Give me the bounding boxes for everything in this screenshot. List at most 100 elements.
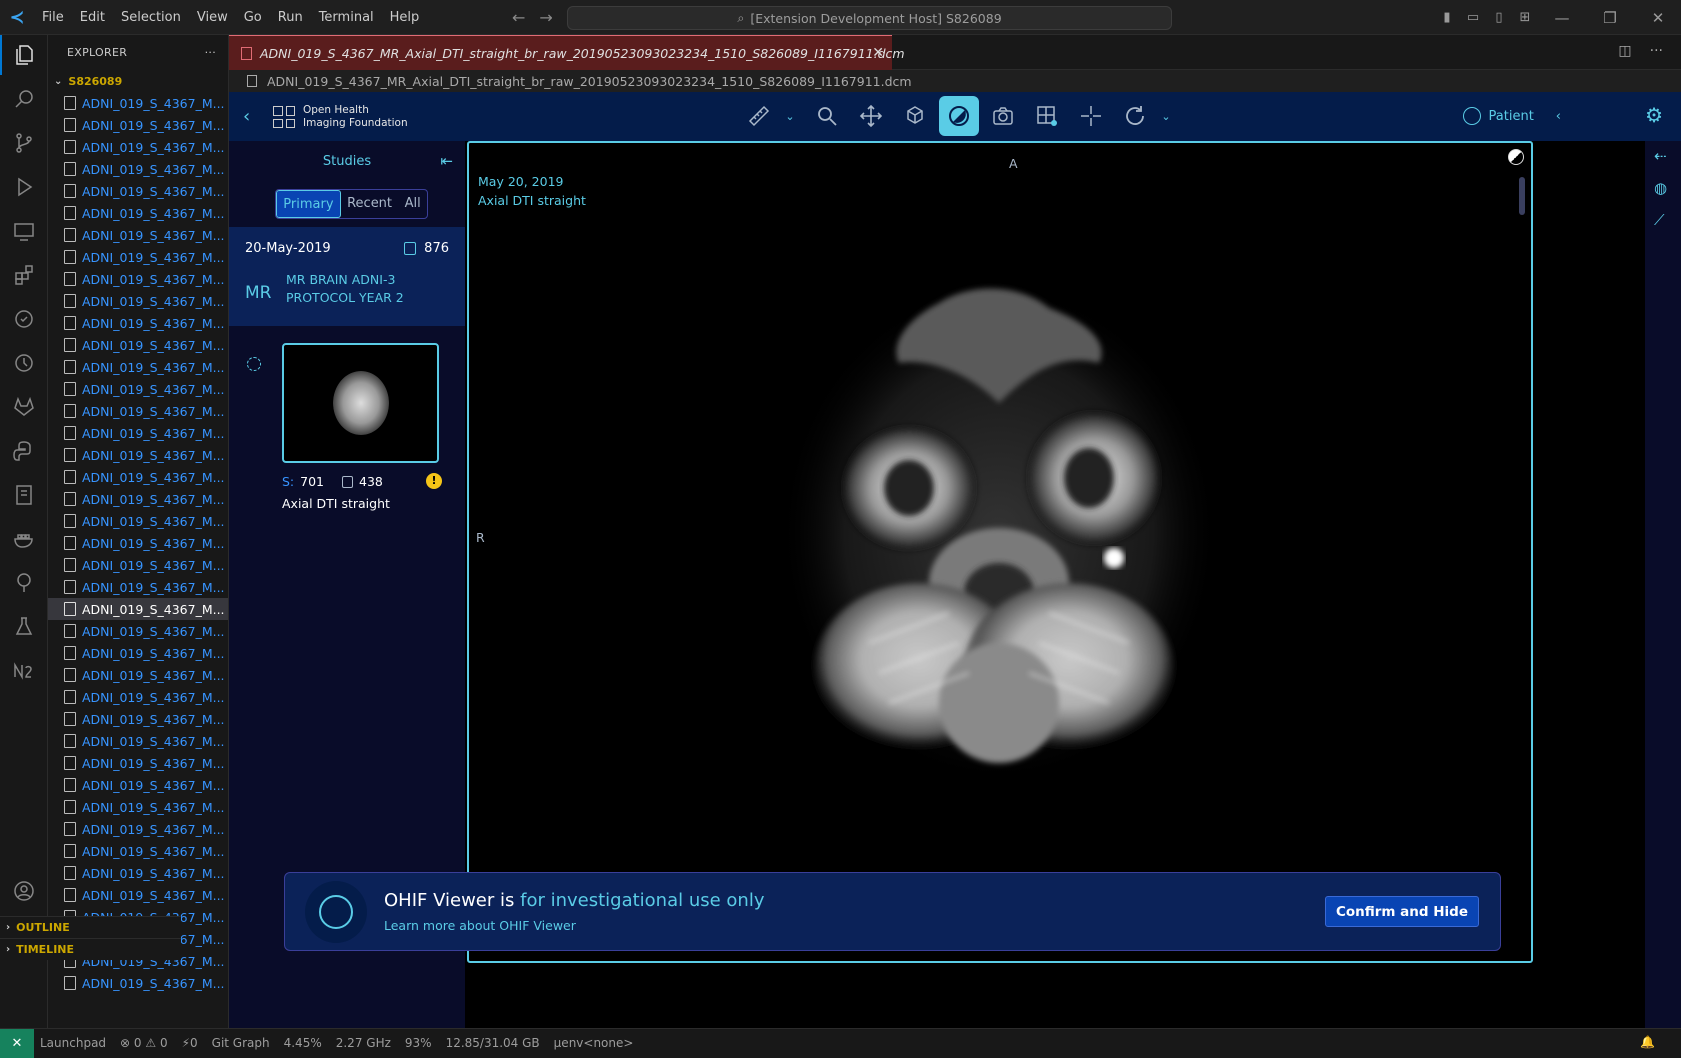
file-item[interactable]: ADNI_019_S_4367_M... [48, 796, 228, 818]
docker-icon[interactable] [0, 519, 48, 559]
close-window-icon[interactable]: ✕ [1635, 9, 1681, 27]
window-level-icon[interactable] [939, 96, 979, 136]
file-item[interactable]: ADNI_019_S_4367_M... [48, 730, 228, 752]
file-item[interactable]: ADNI_019_S_4367_M... [48, 686, 228, 708]
extensions-icon[interactable] [0, 255, 48, 295]
tree-icon[interactable] [0, 563, 48, 603]
study-card[interactable]: 20-May-2019 876 MR MR BRAIN ADNI-3 PROTO… [229, 227, 465, 326]
layout-grid-icon[interactable] [1027, 96, 1067, 136]
notifications-bell-icon[interactable]: 🔔 [1640, 1035, 1655, 1049]
image-viewport[interactable]: A May 20, 2019 Axial DTI straight R [467, 141, 1533, 963]
learn-more-link[interactable]: Learn more about OHIF Viewer [384, 918, 576, 933]
file-item[interactable]: ADNI_019_S_4367_M... [48, 884, 228, 906]
measurement-ruler-icon[interactable] [739, 96, 779, 136]
capture-camera-icon[interactable] [983, 96, 1023, 136]
restore-icon[interactable]: ❐ [1587, 9, 1633, 27]
reset-rotate-icon[interactable] [1115, 96, 1155, 136]
timeline-activity-icon[interactable] [0, 343, 48, 383]
remote-indicator[interactable]: ✕ [0, 1028, 34, 1058]
file-item[interactable]: ADNI_019_S_4367_M... [48, 642, 228, 664]
file-item[interactable]: ADNI_019_S_4367_M... [48, 708, 228, 730]
file-item[interactable]: ADNI_019_S_4367_M... [48, 92, 228, 114]
file-item[interactable]: ADNI_019_S_4367_M... [48, 532, 228, 554]
file-item[interactable]: ADNI_019_S_4367_M... [48, 576, 228, 598]
file-item[interactable]: ADNI_019_S_4367_M... [48, 862, 228, 884]
warning-icon[interactable]: ! [426, 473, 442, 489]
file-item[interactable]: ADNI_019_S_4367_M... [48, 246, 228, 268]
zoom-icon[interactable] [807, 96, 847, 136]
close-tab-icon[interactable]: ✕ [872, 45, 884, 61]
python-icon[interactable] [0, 431, 48, 471]
file-item[interactable]: ADNI_019_S_4367_M... [48, 818, 228, 840]
pan-icon[interactable] [851, 96, 891, 136]
file-item[interactable]: ADNI_019_S_4367_M... [48, 356, 228, 378]
split-editor-icon[interactable]: ◫ [1618, 43, 1631, 59]
workspace-folder[interactable]: ⌄ S826089 [48, 70, 228, 92]
rotate-3d-icon[interactable] [895, 96, 935, 136]
file-item[interactable]: ADNI_019_S_4367_M... [48, 224, 228, 246]
problems-item[interactable]: ⊗ 0 ⚠ 0 [120, 1036, 168, 1050]
confirm-and-hide-button[interactable]: Confirm and Hide [1324, 896, 1479, 927]
git-graph-item[interactable]: Git Graph [212, 1036, 270, 1050]
back-arrow-icon[interactable]: ← [512, 8, 525, 27]
customize-layout-icon[interactable]: ⊞ [1513, 10, 1537, 25]
more-tools-chevron-icon[interactable]: ⌄ [1159, 96, 1173, 136]
file-item[interactable]: ADNI_019_S_4367_M... [48, 290, 228, 312]
file-item[interactable]: ADNI_019_S_4367_M... [48, 422, 228, 444]
explorer-icon[interactable] [0, 35, 48, 75]
run-debug-icon[interactable] [0, 167, 48, 207]
file-item[interactable]: ADNI_019_S_4367_M... [48, 136, 228, 158]
crosshairs-icon[interactable] [1071, 96, 1111, 136]
tab-all[interactable]: All [398, 190, 427, 218]
file-item[interactable]: ADNI_019_S_4367_M... [48, 554, 228, 576]
patient-info-toggle[interactable]: Patient ‹ [1462, 107, 1561, 125]
back-chevron-icon[interactable]: ‹ [243, 106, 250, 127]
menu-terminal[interactable]: Terminal [311, 0, 382, 35]
file-item[interactable]: ADNI_019_S_4367_M... [48, 774, 228, 796]
window-level-indicator-icon[interactable] [1508, 149, 1524, 165]
file-item[interactable]: ADNI_019_S_4367_M... [48, 972, 228, 994]
search-activity-icon[interactable] [0, 79, 48, 119]
menu-view[interactable]: View [189, 0, 236, 35]
toggle-panel-icon[interactable]: ▭ [1461, 10, 1485, 25]
measurements-icon[interactable]: ⟋ [1654, 211, 1665, 229]
file-item[interactable]: ADNI_019_S_4367_M... [48, 444, 228, 466]
launchpad-item[interactable]: Launchpad [40, 1036, 106, 1050]
file-item[interactable]: ADNI_019_S_4367_M... [48, 620, 228, 642]
source-control-icon[interactable] [0, 123, 48, 163]
menu-go[interactable]: Go [236, 0, 270, 35]
file-item[interactable]: ADNI_019_S_4367_M... [48, 114, 228, 136]
test-explorer-icon[interactable] [0, 607, 48, 647]
minimize-icon[interactable]: — [1539, 9, 1585, 27]
editor-tab-active[interactable]: ADNI_019_S_4367_MR_Axial_DTI_straight_br… [229, 35, 905, 70]
file-item[interactable]: ADNI_019_S_4367_M... [48, 180, 228, 202]
accounts-icon[interactable] [0, 871, 48, 911]
n2-icon[interactable] [0, 651, 48, 691]
explorer-more-icon[interactable]: ··· [205, 46, 216, 59]
file-item[interactable]: ADNI_019_S_4367_M... [48, 664, 228, 686]
file-item[interactable]: ADNI_019_S_4367_M... [48, 752, 228, 774]
menu-selection[interactable]: Selection [113, 0, 189, 35]
testing-icon[interactable] [0, 299, 48, 339]
command-center[interactable]: ⌕ [Extension Development Host] S826089 [567, 6, 1172, 30]
gitlab-icon[interactable] [0, 387, 48, 427]
file-item[interactable]: ADNI_019_S_4367_M... [48, 598, 228, 620]
tab-primary[interactable]: Primary [276, 190, 341, 218]
menu-file[interactable]: File [34, 0, 72, 35]
file-item[interactable]: ADNI_019_S_4367_M... [48, 202, 228, 224]
file-item[interactable]: ADNI_019_S_4367_M... [48, 312, 228, 334]
file-item[interactable]: ADNI_019_S_4367_M... [48, 378, 228, 400]
toggle-primary-sidebar-icon[interactable]: ▮ [1435, 10, 1459, 25]
file-item[interactable]: ADNI_019_S_4367_M... [48, 488, 228, 510]
timeline-section[interactable]: › TIMELINE [0, 938, 181, 960]
file-item[interactable]: ADNI_019_S_4367_M... [48, 840, 228, 862]
collapse-panel-icon[interactable]: ⇤ [440, 152, 453, 170]
menu-edit[interactable]: Edit [72, 0, 113, 35]
env-item[interactable]: µenv<none> [554, 1036, 634, 1050]
notebook-icon[interactable] [0, 475, 48, 515]
breadcrumb-file[interactable]: ADNI_019_S_4367_MR_Axial_DTI_straight_br… [267, 74, 912, 89]
tab-recent[interactable]: Recent [341, 190, 399, 218]
file-item[interactable]: ADNI_019_S_4367_M... [48, 268, 228, 290]
editor-more-icon[interactable]: ··· [1650, 43, 1663, 59]
file-item[interactable]: ADNI_019_S_4367_M... [48, 334, 228, 356]
